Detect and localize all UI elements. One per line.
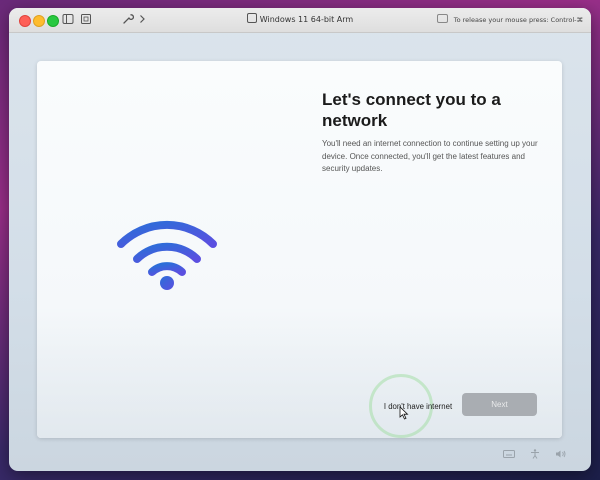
close-button[interactable] — [19, 15, 31, 27]
page-description: You'll need an internet connection to co… — [322, 139, 538, 173]
volume-icon[interactable] — [555, 449, 567, 459]
minimize-button[interactable] — [33, 15, 45, 27]
accessibility-icon[interactable] — [529, 449, 541, 459]
zoom-button[interactable] — [47, 15, 59, 27]
status-tray — [503, 449, 567, 461]
page-title: Let's connect you to a network — [322, 90, 501, 130]
chevron-right-icon[interactable] — [135, 13, 149, 27]
next-button[interactable]: Next — [462, 393, 537, 416]
snapshot-icon[interactable] — [79, 13, 93, 27]
keyboard-icon[interactable] — [503, 449, 515, 459]
oobe-setup-card: Let's connect you to a network You'll ne… — [37, 61, 562, 438]
display-icon — [436, 14, 448, 23]
sidebar-icon[interactable] — [61, 13, 75, 27]
no-internet-button[interactable]: I don't have internet — [370, 393, 466, 419]
vm-icon — [246, 13, 257, 23]
wifi-icon — [117, 220, 217, 290]
mouse-release-hint: To release your mouse press: Control-⌘ — [436, 8, 583, 32]
vm-window: Windows 11 64-bit Arm To release your mo… — [9, 8, 591, 471]
wrench-icon[interactable] — [121, 13, 135, 27]
title-bar[interactable]: Windows 11 64-bit Arm To release your mo… — [9, 8, 591, 33]
mouse-cursor-icon — [399, 406, 409, 420]
